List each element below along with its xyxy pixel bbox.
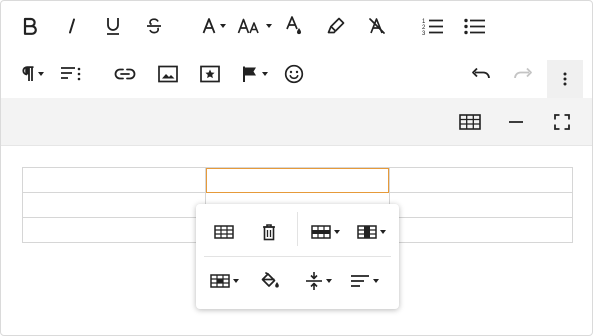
table-cell[interactable] (388, 217, 574, 243)
table-rows-icon (310, 225, 331, 239)
align-left-icon (350, 275, 369, 287)
paint-bucket-icon (261, 272, 279, 288)
remove-table-button[interactable] (256, 217, 282, 247)
paragraph-icon (21, 66, 33, 81)
table-cell[interactable] (21, 192, 207, 218)
popup-separator (297, 212, 298, 246)
table-cell[interactable] (21, 217, 207, 243)
star-box-icon (200, 65, 220, 83)
table-cells-button[interactable] (206, 266, 242, 296)
svg-text:3: 3 (422, 31, 426, 35)
underline-button[interactable] (100, 11, 126, 41)
chevron-down-icon (37, 72, 44, 76)
redo-button[interactable] (510, 59, 536, 89)
more-button[interactable] (552, 64, 578, 94)
popup-separator (204, 256, 391, 257)
cell-background-button[interactable] (257, 266, 283, 296)
more-button-wrap (547, 60, 583, 98)
paragraph-format-icon (61, 67, 81, 81)
flag-icon (242, 66, 256, 82)
ordered-list-icon: 1 2 3 (422, 19, 443, 35)
chevron-down-icon (379, 230, 386, 234)
paragraph-format-button[interactable] (58, 59, 84, 89)
chevron-down-icon (232, 279, 239, 283)
insert-media-button[interactable] (197, 59, 223, 89)
font-size-icon (237, 18, 259, 34)
horizontal-align-button[interactable] (346, 266, 382, 296)
flag-button[interactable] (237, 59, 271, 89)
chevron-down-icon (325, 279, 332, 283)
vertical-align-icon (305, 272, 322, 290)
ordered-list-button[interactable]: 1 2 3 (420, 11, 446, 41)
italic-icon (69, 18, 75, 34)
image-icon (158, 65, 178, 83)
link-icon (114, 68, 136, 80)
fill-drop-icon (286, 16, 301, 35)
table-row (21, 167, 574, 193)
table-columns-icon (356, 225, 377, 239)
insert-link-button[interactable] (112, 59, 138, 89)
background-color-button[interactable] (281, 11, 307, 41)
underline-icon (107, 18, 119, 35)
horizontal-line-icon (509, 121, 523, 123)
table-icon (459, 114, 481, 130)
table-cell[interactable] (388, 167, 574, 193)
clear-format-icon (369, 18, 385, 34)
bold-icon (23, 17, 37, 35)
chevron-down-icon (333, 230, 340, 234)
table-cell[interactable] (21, 167, 207, 193)
redo-icon (514, 67, 532, 79)
unordered-list-icon (464, 18, 485, 35)
secondary-toolbar (1, 98, 592, 146)
italic-button[interactable] (59, 11, 85, 41)
chevron-down-icon (261, 72, 268, 76)
vertical-align-button[interactable] (300, 266, 336, 296)
text-color-button[interactable] (197, 11, 229, 41)
more-vertical-icon (563, 72, 567, 86)
highlighter-icon (327, 17, 345, 34)
highlight-button[interactable] (323, 11, 349, 41)
table-header-icon (214, 225, 234, 239)
table-columns-button[interactable] (353, 217, 389, 247)
bold-button[interactable] (17, 11, 43, 41)
paragraph-button[interactable] (15, 59, 49, 89)
undo-button[interactable] (468, 59, 494, 89)
fullscreen-button[interactable] (549, 107, 575, 137)
insert-image-button[interactable] (155, 59, 181, 89)
table-cell-selected[interactable] (205, 167, 390, 193)
undo-icon (472, 67, 490, 79)
emoji-button[interactable] (281, 59, 307, 89)
table-edit-popup (196, 204, 399, 309)
font-size-button[interactable] (236, 11, 272, 41)
unordered-list-button[interactable] (462, 11, 488, 41)
insert-table-button[interactable] (456, 107, 484, 137)
table-rows-button[interactable] (307, 217, 343, 247)
chevron-down-icon (372, 279, 379, 283)
strikethrough-button[interactable] (141, 11, 167, 41)
trash-icon (263, 224, 275, 241)
font-color-icon (202, 18, 215, 34)
rich-text-editor: 1 2 3 (0, 0, 593, 336)
chevron-down-icon (265, 24, 272, 28)
clear-format-button[interactable] (364, 11, 390, 41)
table-cells-icon (209, 274, 230, 288)
fullscreen-icon (554, 114, 570, 130)
table-header-button[interactable] (210, 217, 238, 247)
insert-horizontal-line-button[interactable] (503, 107, 529, 137)
emoji-icon (284, 64, 304, 84)
table-cell[interactable] (388, 192, 574, 218)
strikethrough-icon (147, 18, 161, 34)
chevron-down-icon (219, 24, 226, 28)
